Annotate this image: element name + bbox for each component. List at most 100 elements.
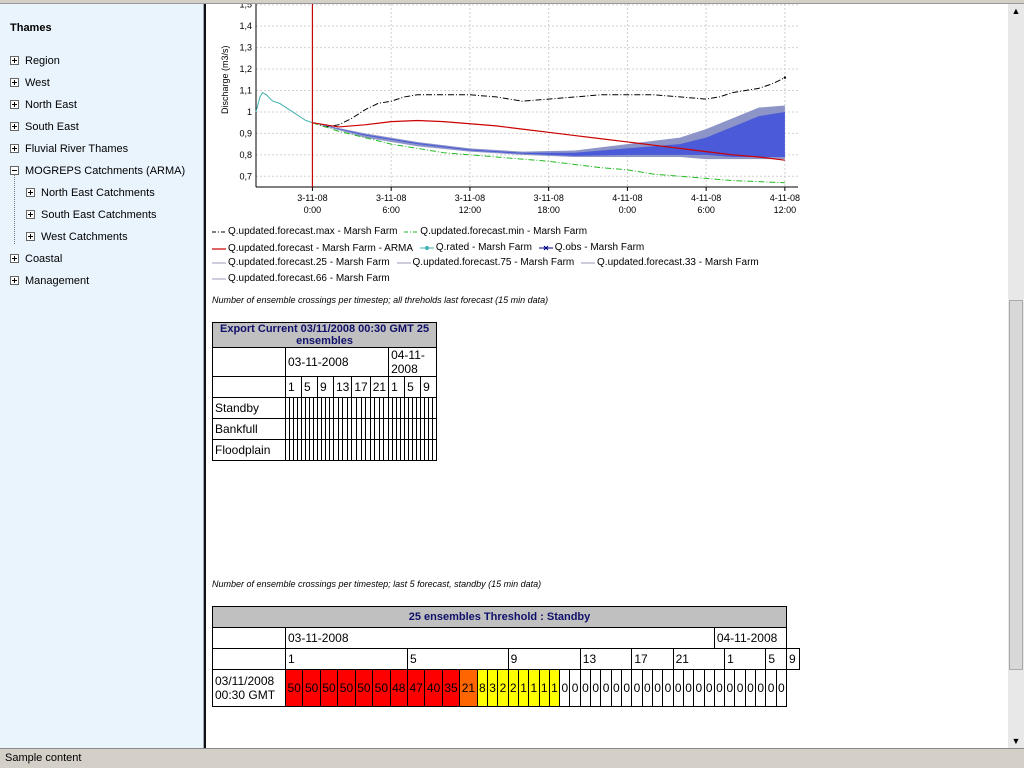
- value-cell: 0: [621, 669, 633, 707]
- legend-row-3: Q.updated.forecast.25 - Marsh Farm Q.upd…: [212, 257, 763, 269]
- tree-item-label: North East Catchments: [41, 187, 155, 199]
- value-cell: 0: [590, 669, 602, 707]
- tree-item-label: Coastal: [25, 253, 63, 265]
- y-tick-label: 0,9: [239, 128, 252, 138]
- expand-icon[interactable]: [10, 55, 19, 65]
- scroll-up-icon[interactable]: ▲: [1008, 4, 1024, 18]
- expand-icon[interactable]: [26, 187, 35, 197]
- table1-caption: Number of ensemble crossings per timeste…: [212, 295, 549, 305]
- value-cell: 0: [610, 669, 623, 707]
- value-cell: 0: [724, 669, 736, 707]
- expand-icon[interactable]: [26, 209, 35, 219]
- table2-hour: 17: [631, 648, 674, 670]
- expand-icon[interactable]: [10, 99, 19, 109]
- value-cell: 0: [734, 669, 746, 707]
- tree-item[interactable]: South East: [10, 120, 79, 134]
- legend-row-2: Q.updated.forecast - Marsh Farm - ARMA Q…: [212, 242, 648, 255]
- value-cell: 50: [372, 669, 391, 707]
- x-tick-time: 12:00: [774, 205, 797, 215]
- expand-icon[interactable]: [10, 77, 19, 87]
- tree-item-label: West Catchments: [41, 231, 128, 243]
- vertical-scrollbar[interactable]: ▲ ▼: [1008, 4, 1024, 748]
- expand-icon[interactable]: [10, 275, 19, 285]
- table1-header: Export Current 03/11/2008 00:30 GMT 25 e…: [211, 322, 438, 348]
- value-cell: 0: [631, 669, 643, 707]
- value-cell: 48: [389, 669, 408, 707]
- navigation-tree: Thames Region West North East South East Flu…: [0, 4, 204, 748]
- value-cell: 0: [651, 669, 664, 707]
- table2-hour: 1: [724, 648, 767, 670]
- y-tick-label: 1,2: [239, 64, 252, 74]
- legend-item-q75: Q.updated.forecast.75 - Marsh Farm: [396, 257, 575, 268]
- value-cell: 0: [662, 669, 674, 707]
- legend-item-rated: Q.rated - Marsh Farm: [419, 242, 532, 253]
- tree-connector: [14, 174, 15, 244]
- value-cell: 35: [441, 669, 461, 707]
- value-cell: 50: [302, 669, 321, 707]
- x-tick-date: 4-11-08: [691, 193, 721, 203]
- table2-hour: 5: [765, 648, 788, 670]
- table2-hour: 5: [406, 648, 509, 670]
- legend-item-q33: Q.updated.forecast.33 - Marsh Farm: [581, 257, 759, 268]
- value-cell: 8: [476, 669, 488, 707]
- expand-icon[interactable]: [26, 231, 35, 241]
- tree-item[interactable]: West Catchments: [26, 230, 128, 244]
- value-cell: 1: [517, 669, 530, 707]
- table1-hour: 5: [404, 376, 422, 398]
- value-cell: 0: [713, 669, 726, 707]
- discharge-chart: 0,7 0,8 0,9 1 1,1 1,2 1,3 1,4 1,5 3-11-08 0:00 3-11…: [220, 4, 800, 215]
- tree-item-label: South East Catchments: [41, 209, 157, 221]
- y-tick-label: 0,7: [239, 171, 252, 181]
- expand-icon[interactable]: [10, 143, 19, 153]
- value-cell: 1: [538, 669, 550, 707]
- table1-hour: 21: [369, 376, 390, 398]
- table1-date: 03-11-2008: [284, 347, 390, 377]
- table2-caption: Number of ensemble crossings per timeste…: [212, 579, 542, 589]
- value-cell: 1: [548, 669, 561, 707]
- tree-item[interactable]: MOGREPS Catchments (ARMA): [10, 164, 185, 178]
- tree-item[interactable]: Management: [10, 274, 89, 288]
- value-cell: 47: [406, 669, 426, 707]
- plot-area: [256, 4, 798, 187]
- legend-item-min: Q.updated.forecast.min - Marsh Farm: [404, 226, 588, 237]
- tree-item[interactable]: North East Catchments: [26, 186, 155, 200]
- table-cell: [432, 439, 438, 461]
- value-cell: 0: [682, 669, 695, 707]
- table-row: Floodplain: [212, 439, 438, 461]
- tree-item[interactable]: Coastal: [10, 252, 62, 266]
- value-cell: 0: [641, 669, 653, 707]
- row-label: Bankfull: [212, 418, 286, 440]
- tree-item[interactable]: South East Catchments: [26, 208, 157, 222]
- tree-item[interactable]: North East: [10, 98, 77, 112]
- value-cell: 50: [337, 669, 356, 707]
- scroll-down-icon[interactable]: ▼: [1008, 734, 1024, 748]
- tree-item-label: North East: [25, 99, 77, 111]
- value-cell: 0: [755, 669, 767, 707]
- x-tick-time: 6:00: [697, 205, 715, 215]
- table2-hour: 9: [507, 648, 581, 670]
- legend-row-1: Q.updated.forecast.max - Marsh Farm Q.up…: [212, 226, 591, 238]
- table1-hour: 1: [388, 376, 406, 398]
- table2-date: 04-11-2008: [713, 627, 788, 649]
- legend-item-obs: Q.obs - Marsh Farm: [538, 242, 644, 253]
- table2-hour: 21: [672, 648, 726, 670]
- scroll-thumb[interactable]: [1009, 300, 1023, 670]
- value-cell: 0: [579, 669, 592, 707]
- table2-header: 25 ensembles Threshold : Standby: [211, 606, 788, 628]
- table2-hour: 13: [579, 648, 633, 670]
- table1-date: 04-11-2008: [388, 347, 438, 377]
- expand-icon[interactable]: [10, 121, 19, 131]
- tree-item-label: MOGREPS Catchments (ARMA): [25, 165, 186, 177]
- row-label: Floodplain: [212, 439, 286, 461]
- ensemble-crossings-table: Export Current 03/11/2008 00:30 GMT 25 e…: [211, 322, 438, 461]
- value-cell: 0: [775, 669, 788, 707]
- value-cell: 2: [497, 669, 509, 707]
- tree-item[interactable]: West: [10, 76, 50, 90]
- value-cell: 2: [507, 669, 519, 707]
- expand-icon[interactable]: [10, 253, 19, 263]
- tree-item[interactable]: Region: [10, 54, 60, 68]
- tree-item[interactable]: Fluvial River Thames: [10, 142, 128, 156]
- x-tick-date: 3-11-08: [533, 193, 563, 203]
- value-cell: 3: [486, 669, 499, 707]
- table1-hour: 5: [301, 376, 318, 398]
